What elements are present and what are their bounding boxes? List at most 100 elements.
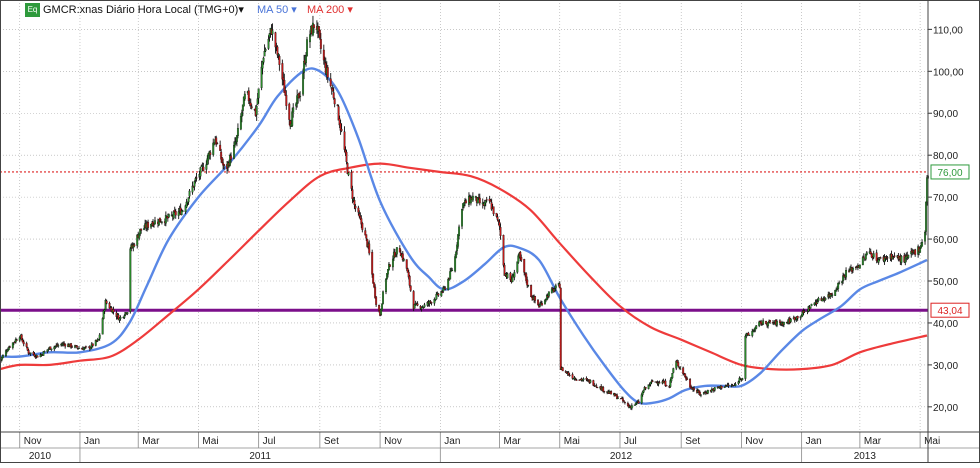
candle-body [262,57,265,63]
candle-body [559,287,562,370]
candle-body [907,254,910,259]
month-label: Mai [924,436,940,447]
candle-body [174,211,177,216]
candle-body [838,282,841,284]
candle-body [571,374,574,379]
month-label: Jul [624,436,637,447]
candle-body [420,307,423,310]
candle-body [299,95,302,98]
month-label: Nov [745,436,763,447]
candle-body [345,151,348,162]
candle-body [458,226,461,237]
candle-body [665,385,668,387]
ma50-legend[interactable]: MA 50 ▾ [257,3,297,16]
candle-body [312,24,315,29]
month-label: Mar [142,436,160,447]
candle-body [568,374,571,377]
candle-body [64,344,67,347]
candle-body [617,397,619,399]
candle-body [603,390,606,393]
candle-body [595,385,598,387]
candle-body [879,257,882,259]
candle-body [57,345,60,347]
candle-body [50,348,53,351]
candle-body [865,252,868,255]
candle-body [319,39,322,49]
candle-body [642,390,645,393]
candle-body [699,394,702,396]
price-badge-label: 76,00 [937,168,962,179]
candle-body [644,387,647,389]
month-label: Set [324,436,339,447]
candle-body [437,293,440,296]
candle-body [782,321,785,325]
chart-canvas: 20,00 30,00 40,00 50,00 60,00 70,00 80,00 90,00… [0,0,980,463]
symbol-dropdown-icon[interactable]: ▾ [238,4,244,16]
candle-body [478,197,481,204]
candle-body [789,318,792,322]
candle-body [381,303,384,311]
candle-body [720,385,723,389]
y-tick-label: 60,00 [933,235,958,246]
symbol-label-wrap[interactable]: GMCR:xnas Diário Hora Local (TMG+0)▾ [43,3,244,16]
candle-body [520,256,523,261]
candle-body [575,379,578,381]
month-label: Jul [263,436,276,447]
candle-body [451,269,454,271]
candle-body [372,273,375,284]
candle-body [140,228,143,231]
candle-body [216,142,219,145]
month-label: Mai [202,436,218,447]
candle-body [84,346,87,348]
candle-body [395,247,398,255]
candle-body [143,228,146,230]
candle-body [744,335,747,379]
candle-body [278,56,281,65]
year-label: 2012 [610,451,633,462]
candle-body [465,200,467,204]
candle-body [202,166,205,171]
ma200-dropdown-icon[interactable]: ▾ [347,4,353,16]
candle-body [651,380,654,382]
candle-body [914,249,917,255]
candle-body [630,405,633,409]
candle-body [925,201,927,232]
candle-body [762,320,765,325]
candle-body [288,103,291,120]
candle-body [408,276,411,286]
candle-body [658,382,661,384]
candle-body [167,214,170,218]
ma50-dropdown-icon[interactable]: ▾ [291,4,297,16]
candle-body [713,387,716,391]
month-label: Jan [806,436,822,447]
candle-body [622,400,625,402]
candle-body [71,346,74,348]
candle-body [803,310,806,312]
candle-body [817,298,820,301]
candle-body [637,401,640,404]
candle-body [693,387,695,391]
year-label: 2011 [249,451,271,462]
y-tick-label: 80,00 [933,151,958,162]
candle-body [492,206,495,215]
candle-body [430,302,433,304]
candle-body [243,93,246,100]
y-tick-label: 50,00 [933,277,958,288]
candle-body [824,298,827,301]
candle-body [305,55,307,64]
candle-body [526,279,529,286]
candle-body [409,285,412,291]
candle-body [25,343,28,347]
candle-body [15,339,18,341]
candle-body [103,309,106,312]
price-badge-label: 43,04 [937,306,962,317]
candle-body [554,285,557,289]
candle-body [527,284,530,287]
y-tick-label: 20,00 [933,403,958,414]
year-label: 2010 [29,451,52,462]
candle-body [539,304,541,307]
candle-body [679,367,682,369]
candle-body [205,164,208,170]
candle-body [858,264,861,269]
ma200-legend[interactable]: MA 200 ▾ [307,3,353,16]
